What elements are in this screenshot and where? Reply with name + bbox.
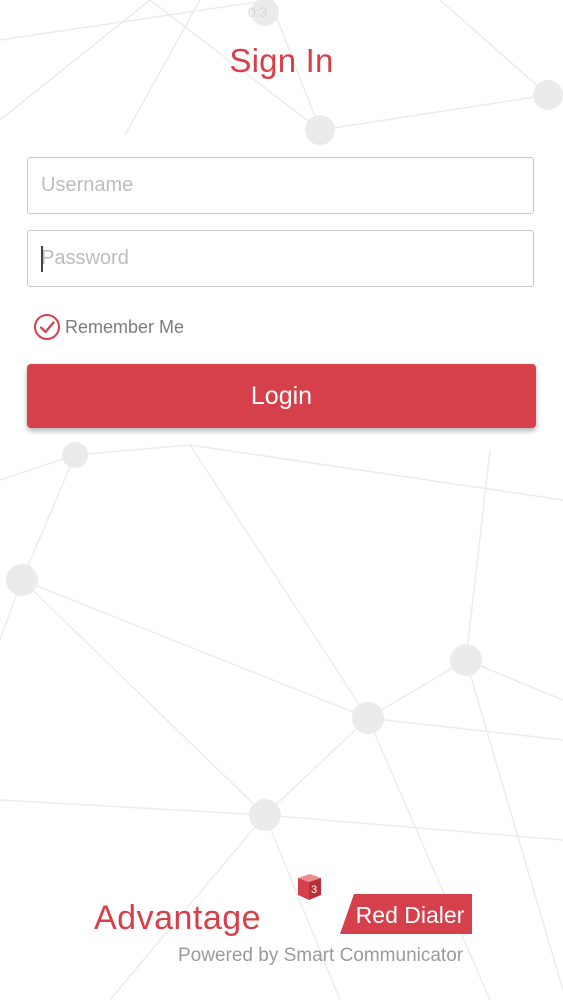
remember-me-label: Remember Me xyxy=(65,316,185,337)
status-bar-time: 0:3 xyxy=(248,4,268,20)
network-background xyxy=(0,0,563,1000)
username-input[interactable] xyxy=(28,158,533,213)
product-badge: Red Dialer xyxy=(340,894,472,934)
password-field[interactable] xyxy=(27,230,534,287)
login-button[interactable]: Login xyxy=(27,364,536,428)
brand-name: Advantage xyxy=(94,899,262,937)
password-input[interactable] xyxy=(28,231,533,286)
username-field[interactable] xyxy=(27,157,534,214)
check-circle-icon xyxy=(34,314,60,340)
powered-by-text: Powered by Smart Communicator xyxy=(178,945,464,966)
page-title: Sign In xyxy=(229,42,334,79)
cube-icon: 3 xyxy=(298,874,321,900)
brand-superscript: 3 xyxy=(311,884,317,896)
remember-me-checkbox[interactable]: Remember Me xyxy=(33,313,184,341)
product-name: Red Dialer xyxy=(355,902,465,928)
advantage-logo: 3 Advantage Red Dialer Powered by Smart … xyxy=(94,872,474,972)
text-caret xyxy=(41,246,43,272)
